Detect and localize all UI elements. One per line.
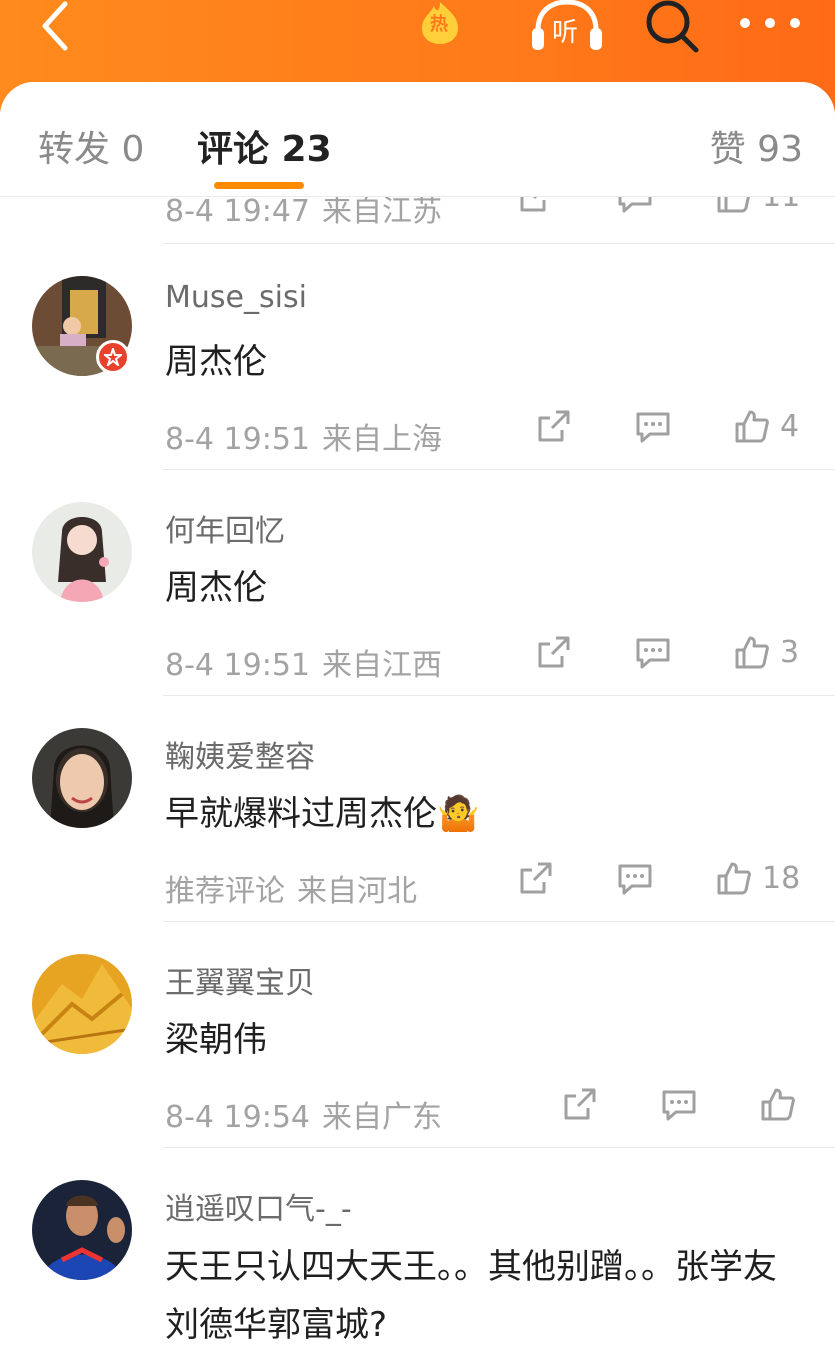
like-count: 3 [780, 634, 800, 670]
share-icon[interactable] [536, 408, 572, 444]
partial-comment-row: 8-4 19:47 来自江苏 11 [0, 196, 835, 244]
tab-bar: 转发 0 评论 23 赞 93 [0, 82, 835, 197]
comment-meta: 8-4 19:47 来自江苏 [165, 196, 442, 230]
tab-like[interactable]: 赞 93 [710, 120, 803, 172]
like-button[interactable]: 18 [716, 860, 800, 896]
share-icon[interactable] [536, 634, 572, 670]
comment-text-body: 早就爆料过周杰伦 [165, 794, 437, 834]
comment-item[interactable]: 王翼翼宝贝 梁朝伟 8-4 19:54 来自广东 [0, 922, 835, 1148]
comment-username[interactable]: 王翼翼宝贝 [165, 958, 315, 1002]
like-count: 11 [762, 196, 801, 214]
comment-location: 来自江苏 [322, 196, 442, 229]
share-icon[interactable] [518, 196, 554, 214]
share-icon[interactable] [518, 860, 554, 896]
avatar[interactable] [32, 728, 132, 828]
comment-time: 8-4 19:54 [165, 1100, 310, 1135]
like-button[interactable]: 11 [716, 196, 800, 214]
comment-text: 早就爆料过周杰伦🤷 [165, 786, 805, 842]
hot-label: 热 [430, 14, 448, 35]
reply-icon[interactable] [616, 860, 654, 896]
comment-item[interactable]: 鞠姨爱整容 早就爆料过周杰伦🤷 推荐评论 来自河北 18 [0, 696, 835, 922]
tab-comment[interactable]: 评论 23 [197, 120, 332, 172]
comment-time: 8-4 19:47 [165, 196, 310, 229]
comment-text: 周杰伦 [165, 342, 267, 382]
shrug-emoji-icon: 🤷 [437, 794, 480, 834]
thumb-up-icon [735, 410, 769, 443]
reply-icon[interactable] [634, 634, 672, 670]
comment-username[interactable]: Muse_sisi [165, 280, 307, 315]
comment-location: 来自河北 [297, 874, 417, 909]
more-icon[interactable] [735, 8, 805, 38]
comment-time: 8-4 19:51 [165, 648, 310, 683]
comment-text: 周杰伦 [165, 568, 267, 608]
comment-text: 天王只认四大天王。。其他别蹭。。张学友刘德华郭富城? [165, 1247, 777, 1345]
comment-username[interactable]: 逍遥叹口气-_- [165, 1184, 352, 1228]
comment-list[interactable]: 8-4 19:47 来自江苏 11 Muse_sisi 周杰伦 8-4 19:5… [0, 196, 835, 1352]
comment-location: 来自江西 [322, 648, 442, 683]
avatar[interactable] [32, 1180, 132, 1280]
like-button[interactable]: 4 [734, 408, 799, 444]
search-icon[interactable] [642, 0, 700, 54]
like-count: 18 [762, 860, 801, 896]
comment-item[interactable]: 何年回忆 周杰伦 8-4 19:51 来自江西 3 [0, 470, 835, 696]
like-button[interactable]: 3 [734, 634, 799, 670]
reply-icon[interactable] [634, 408, 672, 444]
share-icon[interactable] [562, 1086, 598, 1122]
thumb-up-icon [717, 862, 751, 895]
reply-icon[interactable] [616, 196, 654, 214]
listen-label: 听 [552, 18, 579, 48]
comment-username[interactable]: 何年回忆 [165, 506, 285, 550]
comment-meta: 8-4 19:54 来自广东 [165, 1092, 442, 1136]
thumb-up-icon [761, 1088, 795, 1121]
verified-badge-icon [96, 340, 130, 374]
comment-item[interactable]: Muse_sisi 周杰伦 8-4 19:51 来自上海 4 [0, 244, 835, 470]
comment-location: 来自广东 [322, 1100, 442, 1135]
avatar[interactable] [32, 502, 132, 602]
tab-repost[interactable]: 转发 0 [38, 120, 144, 172]
comment-item[interactable]: 逍遥叹口气-_- 天王只认四大天王。。其他别蹭。。张学友刘德华郭富城? [0, 1148, 835, 1352]
comment-time: 8-4 19:51 [165, 422, 310, 457]
comment-meta: 8-4 19:51 来自江西 [165, 640, 442, 684]
comment-username[interactable]: 鞠姨爱整容 [165, 732, 315, 776]
comment-meta: 8-4 19:51 来自上海 [165, 414, 442, 458]
comment-text: 梁朝伟 [165, 1020, 267, 1060]
listen-icon[interactable]: 听 [530, 0, 604, 52]
comment-location: 来自上海 [322, 422, 442, 457]
back-icon[interactable] [30, 0, 80, 52]
comment-meta: 推荐评论 来自河北 [165, 866, 417, 910]
recommended-comment-label: 推荐评论 [165, 874, 285, 909]
weibo-comments-page: 热 听 转发 0 评论 23 赞 93 8-4 19:47 来自江苏 11 Mu… [0, 0, 835, 1352]
like-button[interactable] [760, 1086, 796, 1122]
hot-icon[interactable]: 热 [418, 0, 462, 46]
tab-indicator [214, 182, 304, 189]
reply-icon[interactable] [660, 1086, 698, 1122]
thumb-up-icon [735, 636, 769, 669]
thumb-up-icon [717, 196, 751, 213]
avatar[interactable] [32, 954, 132, 1054]
like-count: 4 [780, 408, 800, 444]
